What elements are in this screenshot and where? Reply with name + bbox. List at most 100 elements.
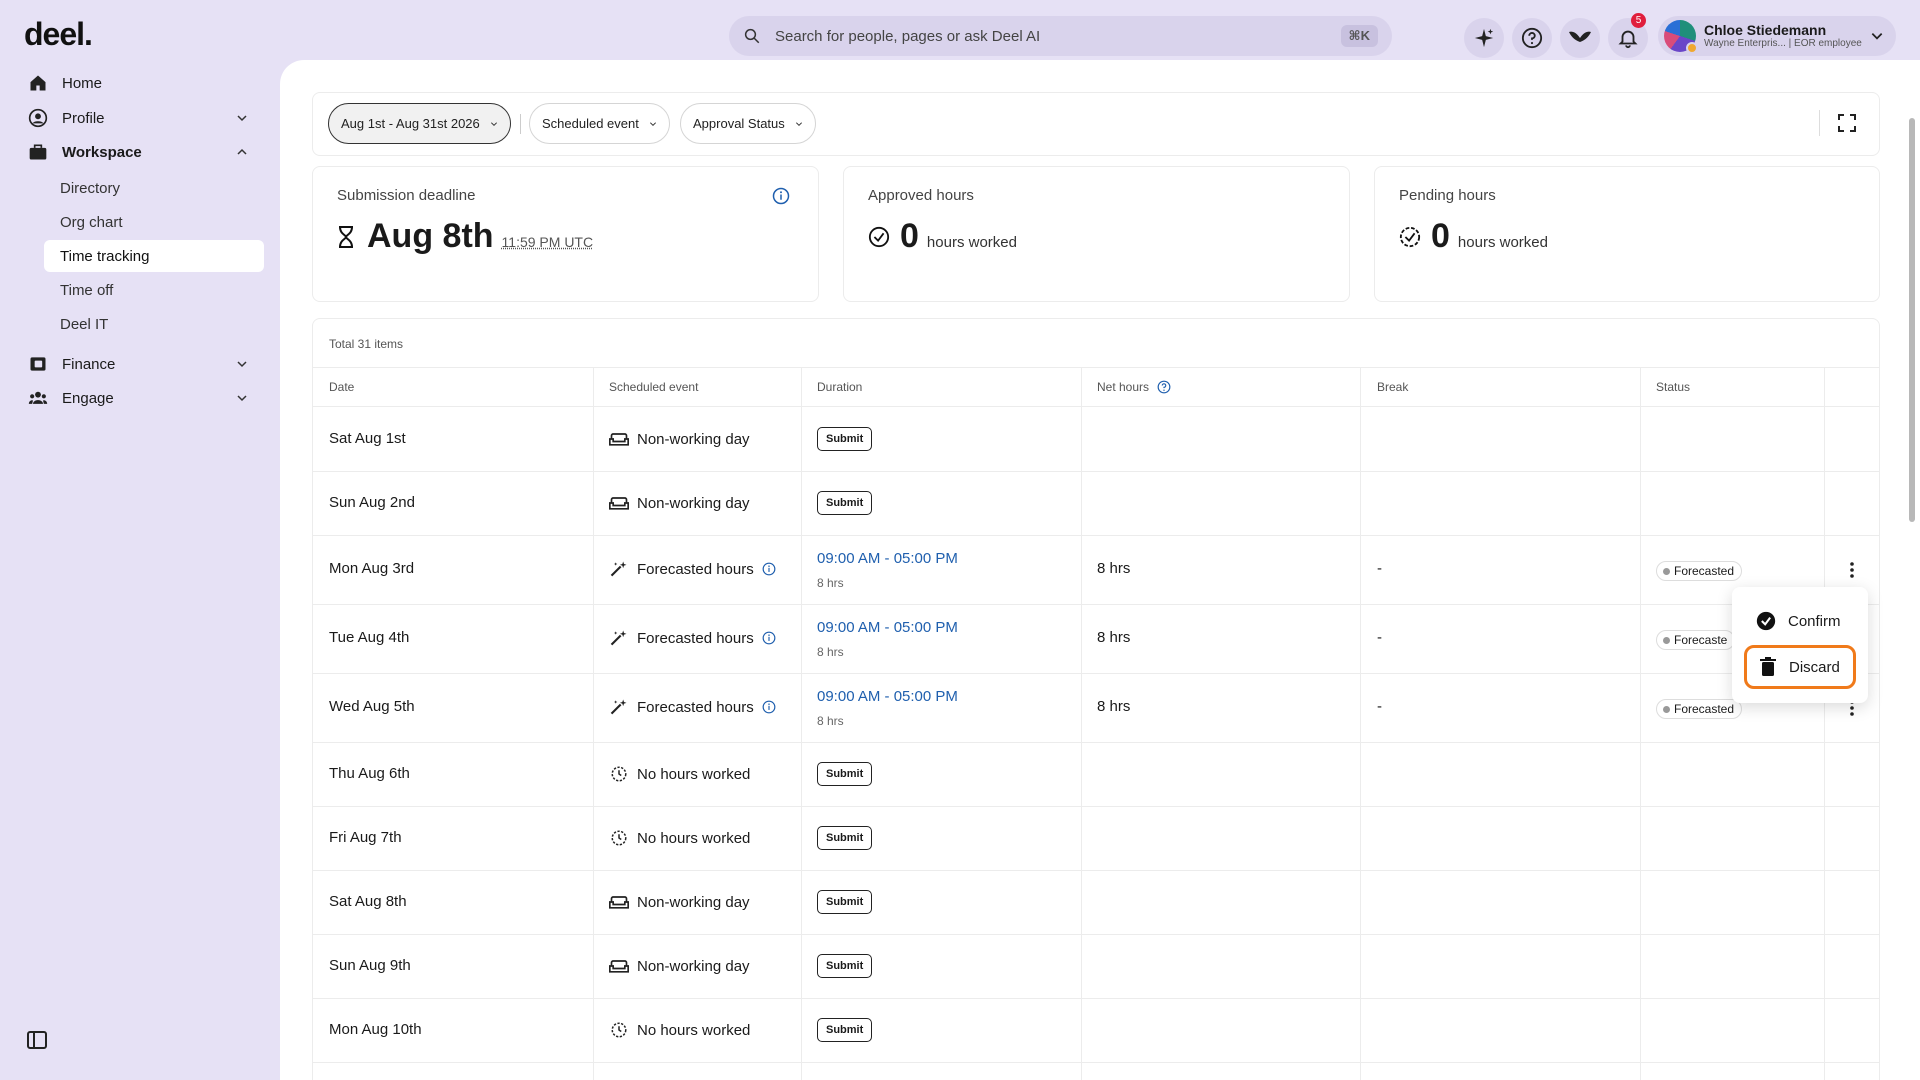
row-time-range[interactable]: 09:00 AM - 05:00 PM (817, 688, 958, 705)
submit-button[interactable]: Submit (817, 954, 873, 978)
apps-button[interactable] (1560, 18, 1600, 58)
row-date: Tue Aug 4th (329, 629, 410, 646)
table-row: Sat Aug 1st Non-working day Submit (313, 408, 1879, 472)
trash-icon (1760, 657, 1776, 676)
scheduled-event-filter[interactable]: Scheduled event (529, 103, 670, 144)
submit-button[interactable]: Submit (817, 890, 873, 914)
net-hours-label: Net hours (1097, 380, 1150, 394)
avatar (1664, 20, 1698, 54)
status-badge: Forecasted (1656, 561, 1743, 581)
user-menu[interactable]: Chloe Stiedemann Wayne Enterpris... | EO… (1658, 16, 1896, 56)
discard-menu-item[interactable]: Discard (1744, 645, 1856, 689)
sidebar-label-workspace: Workspace (62, 143, 142, 161)
row-net-hours: 8 hrs (1097, 698, 1131, 715)
scrollbar-thumb[interactable] (1909, 118, 1915, 522)
notifications-button[interactable]: 5 (1608, 13, 1648, 58)
column-header-net-hours[interactable]: Net hours (1097, 380, 1171, 394)
sidebar-item-engage[interactable]: Engage (28, 386, 114, 410)
submit-button[interactable]: Submit (817, 762, 873, 786)
row-time-range[interactable]: 09:00 AM - 05:00 PM (817, 619, 958, 636)
submission-deadline-card: Submission deadline Aug 8th 11:59 PM UTC (312, 166, 819, 302)
table-row: Fri Aug 7th No hours worked Submit (313, 807, 1879, 871)
submit-button[interactable]: Submit (817, 427, 873, 451)
sidebar-item-finance[interactable]: Finance (28, 352, 115, 376)
home-icon (30, 75, 46, 91)
column-header-date[interactable]: Date (329, 380, 354, 394)
table-row: Tue Aug 4th Forecasted hours 09:00 AM - … (313, 605, 1879, 674)
deel-logo[interactable]: deel. (24, 16, 93, 53)
table-row: Sat Aug 8th Non-working day Submit (313, 871, 1879, 935)
sidebar-item-time-tracking[interactable]: Time tracking (44, 240, 264, 272)
column-header-event[interactable]: Scheduled event (609, 380, 698, 394)
table-row: Wed Aug 5th Forecasted hours 09:00 AM - … (313, 674, 1879, 743)
discard-label: Discard (1789, 658, 1840, 676)
sidebar-item-deel-it[interactable]: Deel IT (44, 308, 264, 340)
sidebar-item-home[interactable]: Home (28, 71, 102, 95)
sofa-icon (609, 896, 629, 909)
row-date: Mon Aug 3rd (329, 560, 415, 577)
sidebar-toggle-icon[interactable] (27, 1031, 47, 1049)
ai-sparkle-button[interactable] (1464, 18, 1504, 58)
row-break: - (1377, 560, 1382, 577)
sofa-icon (609, 497, 629, 510)
profile-icon (28, 108, 48, 128)
search-bar[interactable]: Search for people, pages or ask Deel AI … (729, 16, 1392, 56)
info-icon[interactable] (772, 187, 790, 205)
help-button[interactable] (1512, 18, 1552, 58)
fullscreen-icon[interactable] (1838, 114, 1856, 132)
deadline-time[interactable]: 11:59 PM UTC (502, 234, 594, 250)
chevron-down-icon[interactable] (236, 392, 248, 404)
row-event-label: Forecasted hours (637, 698, 754, 716)
submit-button[interactable]: Submit (817, 491, 873, 515)
sofa-icon (609, 433, 629, 446)
approval-status-filter[interactable]: Approval Status (680, 103, 816, 144)
people-icon (28, 391, 48, 404)
submit-button[interactable]: Submit (817, 826, 873, 850)
row-time-range[interactable]: 09:00 AM - 05:00 PM (817, 550, 958, 567)
check-circle-icon (868, 226, 890, 247)
search-placeholder: Search for people, pages or ask Deel AI (775, 27, 1041, 45)
confirm-label: Confirm (1788, 612, 1841, 630)
sidebar-item-workspace[interactable]: Workspace (28, 140, 142, 164)
row-date: Sat Aug 8th (329, 893, 407, 910)
row-action-menu: Confirm Discard (1732, 587, 1868, 703)
sidebar-label-finance: Finance (62, 355, 116, 373)
sidebar-item-time-off[interactable]: Time off (44, 274, 264, 306)
help-icon[interactable] (1157, 380, 1171, 394)
help-icon (1521, 27, 1543, 49)
sparkle-icon (1474, 28, 1494, 48)
column-header-status[interactable]: Status (1656, 380, 1690, 394)
info-icon[interactable] (762, 562, 776, 576)
approval-status-label: Approval Status (693, 116, 785, 131)
confirm-menu-item[interactable]: Confirm (1744, 599, 1856, 643)
chevron-down-icon[interactable] (236, 112, 248, 124)
info-icon[interactable] (762, 700, 776, 714)
sidebar-item-directory[interactable]: Directory (44, 172, 264, 204)
sidebar-item-org-chart[interactable]: Org chart (44, 206, 264, 238)
status-badge: Forecaste (1656, 630, 1736, 650)
info-icon[interactable] (762, 631, 776, 645)
chevron-up-icon[interactable] (236, 146, 248, 158)
date-range-filter[interactable]: Aug 1st - Aug 31st 2026 (328, 103, 511, 144)
pending-value: 0 (1431, 217, 1450, 255)
sidebar-label-home: Home (62, 74, 103, 92)
chevron-down-icon (649, 121, 656, 126)
column-header-break[interactable]: Break (1377, 380, 1408, 394)
more-vertical-icon[interactable] (1850, 562, 1854, 578)
row-duration-hrs: 8 hrs (817, 714, 844, 728)
row-date: Sun Aug 9th (329, 957, 411, 974)
approved-value: 0 (900, 217, 919, 255)
approved-hours-card: Approved hours 0 hours worked (843, 166, 1350, 302)
row-date: Thu Aug 6th (329, 765, 410, 782)
deadline-date: Aug 8th (367, 217, 494, 255)
column-header-duration[interactable]: Duration (817, 380, 862, 394)
status-label: Forecasted (1674, 702, 1735, 716)
filter-divider (520, 114, 521, 134)
table-row: Mon Aug 3rd Forecasted hours 09:00 AM - … (313, 536, 1879, 605)
sidebar-item-profile[interactable]: Profile (28, 106, 105, 130)
row-event-label: Non-working day (637, 494, 750, 512)
chevron-down-icon[interactable] (236, 358, 248, 370)
submit-button[interactable]: Submit (817, 1018, 873, 1042)
total-items: Total 31 items (329, 337, 404, 351)
chevron-down-icon (1871, 33, 1883, 40)
